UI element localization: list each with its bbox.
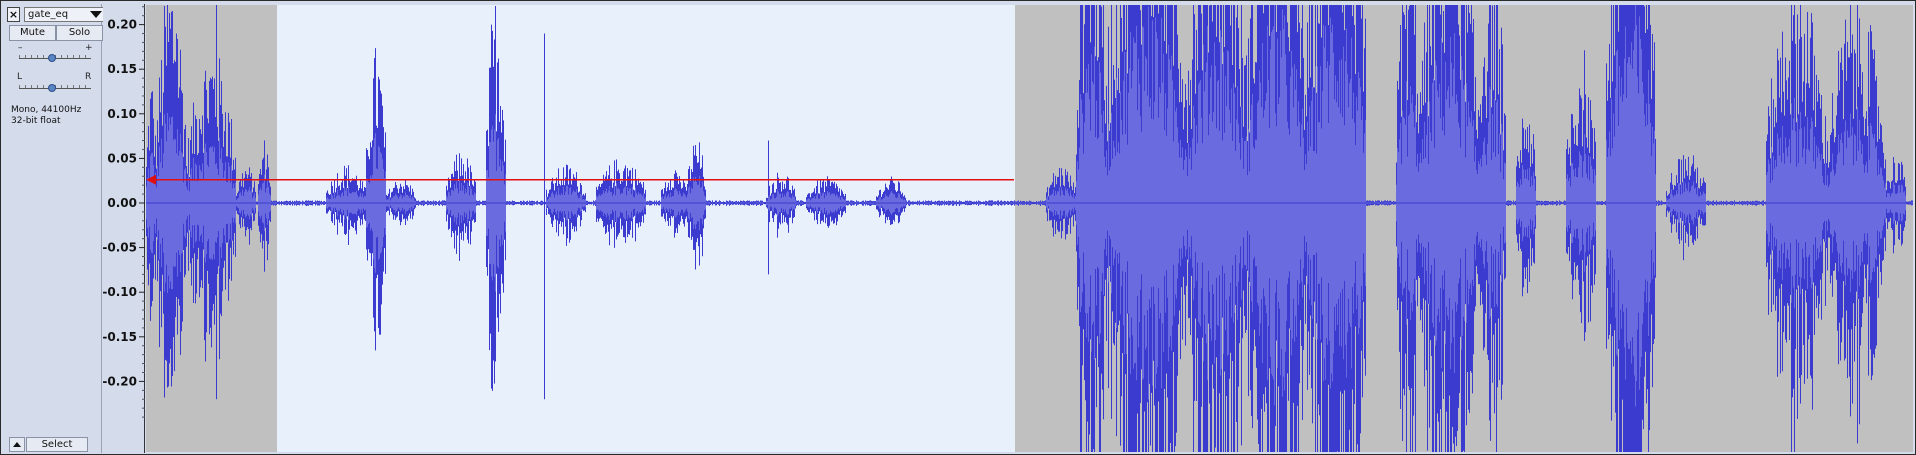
ruler-tick-label: 0.10 xyxy=(107,107,137,121)
ruler-tick-label: -0.05 xyxy=(103,241,137,255)
select-button[interactable]: Select xyxy=(26,437,88,452)
ruler-ticks: 0.250.200.150.100.050.00-0.05-0.10-0.15-… xyxy=(103,6,145,418)
ruler-tick-label: 0.15 xyxy=(107,62,137,76)
mute-button[interactable]: Mute xyxy=(9,25,56,41)
pan-right-label: R xyxy=(85,72,92,82)
ruler-tick-label: -0.15 xyxy=(103,330,137,344)
ruler-tick-label: -0.10 xyxy=(103,285,137,299)
ruler-tick-label: 0.20 xyxy=(107,18,137,32)
pan-slider-thumb[interactable] xyxy=(48,84,56,92)
solo-button[interactable]: Solo xyxy=(56,25,103,41)
ruler-tick-label: -0.20 xyxy=(103,374,137,388)
track-format-rate: Mono, 44100Hz xyxy=(11,105,82,115)
close-icon[interactable]: × xyxy=(7,7,20,22)
track-format-depth: 32-bit float xyxy=(11,116,61,126)
gain-minus-label: – xyxy=(18,43,23,53)
audio-track: × gate_eq Mute Solo – + L R Mono, 44100H… xyxy=(0,0,1916,455)
selection-region[interactable] xyxy=(277,5,1015,452)
ruler-tick-label: 0.05 xyxy=(107,151,137,165)
dropdown-arrow-icon[interactable] xyxy=(90,11,102,18)
collapse-arrow-icon[interactable] xyxy=(9,437,25,452)
ruler-tick-label: 0.00 xyxy=(107,196,137,210)
vertical-ruler[interactable]: 0.250.200.150.100.050.00-0.05-0.10-0.15-… xyxy=(103,4,145,453)
track-control-panel: × gate_eq Mute Solo – + L R Mono, 44100H… xyxy=(4,4,104,453)
gain-plus-label: + xyxy=(85,43,93,53)
pan-left-label: L xyxy=(17,72,23,82)
track-format-info: Mono, 44100Hz 32-bit float xyxy=(11,105,81,127)
gain-slider-thumb[interactable] xyxy=(48,54,56,62)
waveform-display[interactable] xyxy=(146,5,1913,452)
waveform xyxy=(146,5,1913,452)
